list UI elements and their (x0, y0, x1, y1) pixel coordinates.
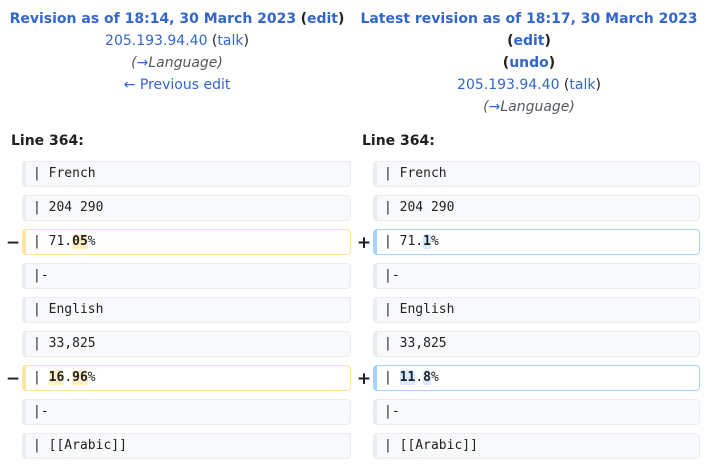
diff-row-changed: − | 16.96% + | 11.8% (0, 365, 704, 393)
undo-line: (undo) (502, 55, 556, 71)
diff-row: | French | French (0, 161, 704, 189)
added-text: 8 (423, 370, 431, 385)
deleted-line-marker: − (5, 369, 21, 389)
old-summary-section-link[interactable]: → (137, 55, 149, 71)
diff-row: | 33,825 | 33,825 (0, 331, 704, 359)
right-context-cell: |- (373, 263, 700, 289)
previous-edit-link[interactable]: ← Previous edit (124, 77, 231, 93)
deleted-line-marker: − (5, 233, 21, 253)
old-revision-summary: (→Language) (131, 55, 223, 71)
diff-row: | [[Arabic]] | [[Arabic]] (0, 433, 704, 461)
left-context-cell: | French (22, 161, 351, 187)
new-revision-user-line: 205.193.94.40 (talk) (457, 77, 601, 93)
diff-row: |- |- (0, 263, 704, 291)
old-revision-header: Revision as of 18:14, 30 March 2023 (edi… (0, 8, 354, 96)
diff-row: | 204 290 | 204 290 (0, 195, 704, 223)
added-line-cell: | 11.8% (373, 365, 700, 391)
diff-row: | English | English (0, 297, 704, 325)
right-context-cell: |- (373, 399, 700, 425)
new-revision-title-line: Latest revision as of 18:17, 30 March 20… (360, 11, 698, 49)
added-line-marker: + (356, 233, 372, 253)
diff-row-changed: − | 71.05% + | 71.1% (0, 229, 704, 257)
added-line-marker: + (356, 369, 372, 389)
left-context-cell: | English (22, 297, 351, 323)
right-context-cell: | English (373, 297, 700, 323)
old-revision-edit-link[interactable]: edit (307, 11, 338, 27)
old-revision-talk-link[interactable]: talk (217, 33, 243, 49)
deleted-text: 16 (48, 370, 65, 385)
added-text: 1 (423, 234, 431, 249)
old-revision-user-line: 205.193.94.40 (talk) (105, 33, 249, 49)
old-revision-user-link[interactable]: 205.193.94.40 (105, 33, 207, 49)
new-revision-edit-link[interactable]: edit (513, 33, 544, 49)
old-revision-title-line: Revision as of 18:14, 30 March 2023 (edi… (9, 11, 345, 27)
left-context-cell: | [[Arabic]] (22, 433, 351, 459)
right-context-cell: | French (373, 161, 700, 187)
new-revision-summary: (→Language) (483, 99, 575, 115)
new-revision-header: Latest revision as of 18:17, 30 March 20… (354, 8, 704, 118)
right-line-number: Line 364: (362, 133, 435, 149)
deleted-text: 96 (72, 370, 88, 385)
right-context-cell: | 33,825 (373, 331, 700, 357)
added-text: 11 (399, 370, 416, 385)
left-context-cell: | 204 290 (22, 195, 351, 221)
new-summary-section-link[interactable]: → (489, 99, 501, 115)
diff-row: |- |- (0, 399, 704, 427)
right-context-cell: | [[Arabic]] (373, 433, 700, 459)
undo-link[interactable]: undo (509, 55, 549, 71)
new-revision-talk-link[interactable]: talk (569, 77, 595, 93)
left-context-cell: |- (22, 263, 351, 289)
old-revision-link[interactable]: Revision as of 18:14, 30 March 2023 (10, 11, 297, 27)
added-line-cell: | 71.1% (373, 229, 700, 255)
new-revision-link[interactable]: Latest revision as of 18:17, 30 March 20… (360, 11, 697, 27)
new-revision-user-link[interactable]: 205.193.94.40 (457, 77, 559, 93)
left-context-cell: | 33,825 (22, 331, 351, 357)
left-line-number: Line 364: (11, 133, 84, 149)
left-context-cell: |- (22, 399, 351, 425)
deleted-text: 05 (72, 234, 88, 249)
right-context-cell: | 204 290 (373, 195, 700, 221)
deleted-line-cell: | 16.96% (22, 365, 351, 391)
deleted-line-cell: | 71.05% (22, 229, 351, 255)
